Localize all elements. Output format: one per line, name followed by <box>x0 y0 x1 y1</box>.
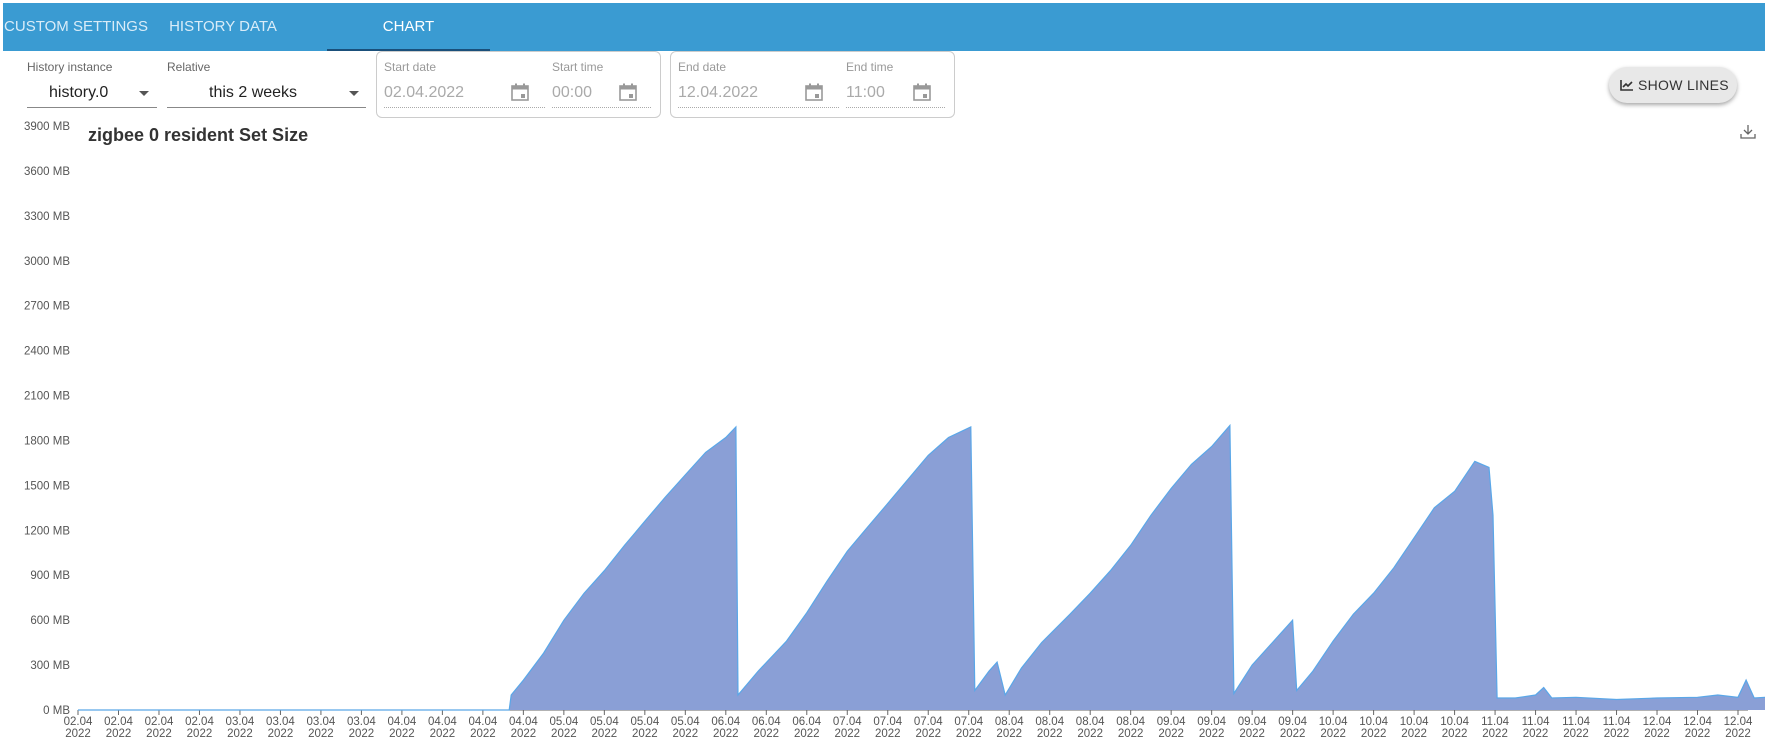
show-lines-button[interactable]: SHOW LINES <box>1609 67 1737 103</box>
x-tick-label: 05.04 2022 <box>549 716 578 740</box>
start-date-field[interactable]: Start date 02.04.2022 <box>384 60 545 108</box>
end-time-label: End time <box>846 60 894 74</box>
calendar-icon[interactable] <box>804 82 824 102</box>
y-tick-label: 1200 MB <box>24 525 70 537</box>
x-tick-label: 10.04 2022 <box>1400 716 1429 740</box>
start-time-field[interactable]: Start time 00:00 <box>552 60 651 108</box>
dropdown-caret-icon <box>139 91 149 96</box>
end-time-underline <box>846 107 945 108</box>
x-tick-label: 08.04 2022 <box>995 716 1024 740</box>
calendar-icon[interactable] <box>618 82 638 102</box>
x-tick-label: 09.04 2022 <box>1238 716 1267 740</box>
history-instance-select[interactable]: History instance history.0 <box>27 60 157 108</box>
x-tick-label: 08.04 2022 <box>1076 716 1105 740</box>
relative-select[interactable]: Relative this 2 weeks <box>167 60 366 108</box>
x-tick-label: 04.04 2022 <box>468 716 497 740</box>
x-tick-label: 04.04 2022 <box>509 716 538 740</box>
dropdown-caret-icon <box>349 91 359 96</box>
history-instance-value: history.0 <box>49 84 109 101</box>
chart-line-icon <box>1620 80 1633 91</box>
x-tick-label: 02.04 2022 <box>185 716 214 740</box>
x-tick-label: 05.04 2022 <box>630 716 659 740</box>
x-tick-label: 09.04 2022 <box>1197 716 1226 740</box>
end-time-field[interactable]: End time 11:00 <box>846 60 945 108</box>
x-tick-label: 09.04 2022 <box>1157 716 1186 740</box>
start-date-underline <box>384 107 545 108</box>
x-tick-label: 11.04 2022 <box>1481 716 1510 740</box>
start-time-label: Start time <box>552 60 604 74</box>
y-tick-label: 2700 MB <box>24 301 70 313</box>
y-tick-label: 300 MB <box>30 660 70 672</box>
x-tick-label: 08.04 2022 <box>1035 716 1064 740</box>
series-area <box>78 425 1765 710</box>
end-date-value: 12.04.2022 <box>678 84 759 101</box>
tab-bar: CUSTOM SETTINGS HISTORY DATA CHART <box>3 3 1765 51</box>
x-tick-label: 07.04 2022 <box>914 716 943 740</box>
x-tick-label: 04.04 2022 <box>388 716 417 740</box>
x-tick-label: 02.04 2022 <box>64 716 93 740</box>
x-tick-label: 03.04 2022 <box>226 716 255 740</box>
y-tick-label: 3000 MB <box>24 256 70 268</box>
start-time-value: 00:00 <box>552 84 593 101</box>
x-tick-label: 11.04 2022 <box>1522 716 1551 740</box>
end-date-label: End date <box>678 60 727 74</box>
x-tick-label: 07.04 2022 <box>833 716 862 740</box>
x-tick-label: 08.04 2022 <box>1116 716 1145 740</box>
x-tick-label: 09.04 2022 <box>1278 716 1307 740</box>
y-tick-label: 2100 MB <box>24 391 70 403</box>
x-tick-label: 04.04 2022 <box>428 716 457 740</box>
end-date-underline <box>678 107 839 108</box>
y-tick-label: 900 MB <box>30 570 70 582</box>
tab-chart[interactable]: CHART <box>327 3 490 51</box>
x-tick-label: 06.04 2022 <box>792 716 821 740</box>
y-tick-label: 1500 MB <box>24 480 70 492</box>
x-tick-label: 07.04 2022 <box>954 716 983 740</box>
x-tick-label: 05.04 2022 <box>671 716 700 740</box>
y-tick-label: 3900 MB <box>24 121 70 133</box>
history-instance-label: History instance <box>27 60 113 74</box>
x-tick-label: 03.04 2022 <box>347 716 376 740</box>
history-instance-underline <box>27 107 157 108</box>
x-tick-label: 03.04 2022 <box>266 716 295 740</box>
calendar-icon[interactable] <box>510 82 530 102</box>
relative-label: Relative <box>167 60 211 74</box>
x-tick-label: 10.04 2022 <box>1440 716 1469 740</box>
start-date-value: 02.04.2022 <box>384 84 465 101</box>
relative-underline <box>167 107 366 108</box>
tab-history-data[interactable]: HISTORY DATA <box>153 3 293 51</box>
end-date-field[interactable]: End date 12.04.2022 <box>678 60 839 108</box>
x-tick-label: 10.04 2022 <box>1359 716 1388 740</box>
x-tick-label: 05.04 2022 <box>590 716 619 740</box>
x-tick-label: 06.04 2022 <box>752 716 781 740</box>
end-time-value: 11:00 <box>846 84 885 101</box>
tab-custom-settings[interactable]: CUSTOM SETTINGS <box>3 3 149 51</box>
y-tick-label: 1800 MB <box>24 435 70 447</box>
start-date-label: Start date <box>384 60 437 74</box>
x-tick-label: 12.04 2022 <box>1683 716 1712 740</box>
x-tick-label: 06.04 2022 <box>711 716 740 740</box>
x-tick-label: 07.04 2022 <box>873 716 902 740</box>
show-lines-label: SHOW LINES <box>1638 77 1729 93</box>
calendar-icon[interactable] <box>912 82 932 102</box>
x-tick-label: 11.04 2022 <box>1603 716 1632 740</box>
y-tick-label: 3600 MB <box>24 166 70 178</box>
x-tick-label: 02.04 2022 <box>104 716 133 740</box>
x-tick-label: 12.04 2022 <box>1643 716 1672 740</box>
x-tick-label: 12.04 2022 <box>1724 716 1753 740</box>
x-tick-label: 02.04 2022 <box>145 716 174 740</box>
y-tick-label: 3300 MB <box>24 211 70 223</box>
x-tick-label: 10.04 2022 <box>1319 716 1348 740</box>
relative-value: this 2 weeks <box>209 84 298 101</box>
area-chart: 0 MB300 MB600 MB900 MB1200 MB1500 MB1800… <box>24 121 1765 740</box>
x-tick-label: 11.04 2022 <box>1562 716 1591 740</box>
y-tick-label: 2400 MB <box>24 346 70 358</box>
x-tick-label: 03.04 2022 <box>307 716 336 740</box>
y-tick-label: 600 MB <box>30 615 70 627</box>
start-time-underline <box>552 107 651 108</box>
